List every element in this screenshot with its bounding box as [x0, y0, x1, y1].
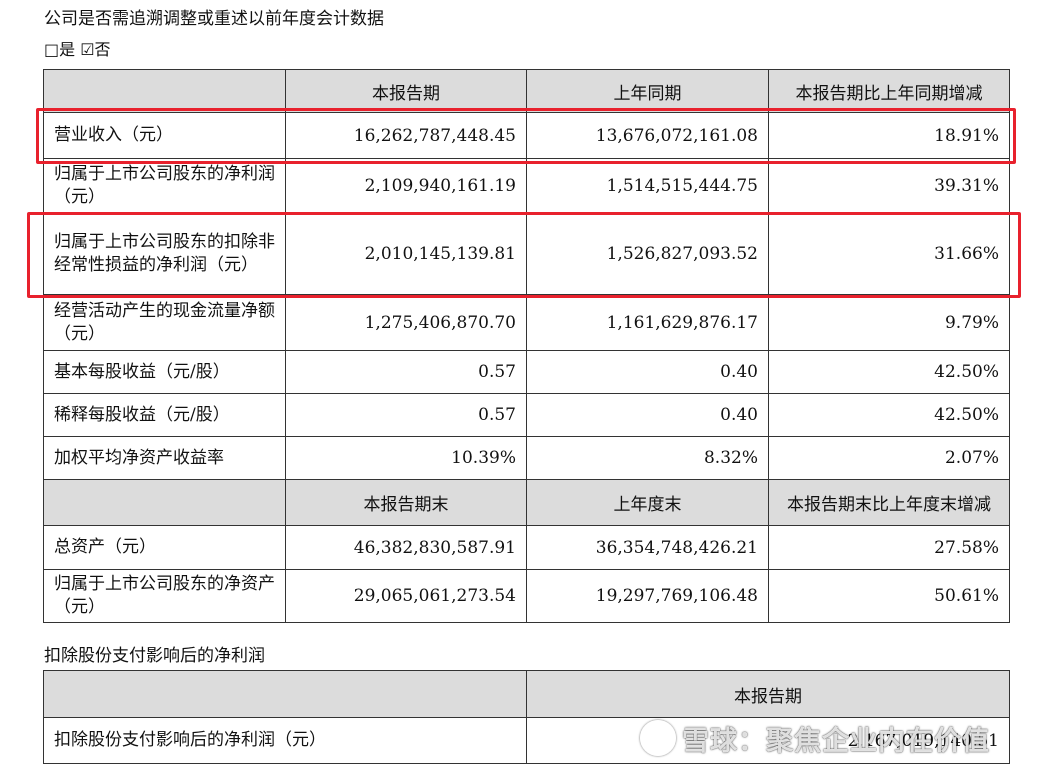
cell-value: 16,262,787,448.45 [285, 112, 527, 159]
header-cell [43, 670, 527, 718]
header-cell-period-end: 本报告期末 [285, 479, 527, 526]
table-row: 归属于上市公司股东的净利润（元） 2,109,940,161.19 1,514,… [43, 158, 1010, 213]
row-label: 归属于上市公司股东的扣除非经常性损益的净利润（元） [43, 212, 286, 295]
cell-value: 2,109,940,161.19 [285, 158, 527, 213]
header-cell-current-period: 本报告期 [526, 670, 1010, 718]
cell-value: 19,297,769,106.48 [526, 569, 769, 623]
table-row: 归属于上市公司股东的净资产（元） 29,065,061,273.54 19,29… [43, 569, 1010, 623]
row-label: 基本每股收益（元/股） [43, 350, 286, 394]
cell-value: 0.40 [526, 350, 769, 394]
cell-value: 1,514,515,444.75 [526, 158, 769, 213]
table-row: 总资产（元） 46,382,830,587.91 36,354,748,426.… [43, 525, 1010, 570]
row-label: 加权平均净资产收益率 [43, 436, 286, 480]
table-header-row: 本报告期 上年同期 本报告期比上年同期增减 [43, 69, 1010, 113]
header-cell-change: 本报告期末比上年度末增减 [768, 479, 1010, 526]
cell-value: 1,275,406,870.70 [285, 294, 527, 351]
row-label: 扣除股份支付影响后的净利润（元） [43, 717, 527, 764]
cell-value: 18.91% [768, 112, 1010, 159]
cell-value: 29,065,061,273.54 [285, 569, 527, 623]
row-label: 归属于上市公司股东的净利润（元） [43, 158, 286, 213]
row-label: 稀释每股收益（元/股） [43, 393, 286, 437]
row-label: 总资产（元） [43, 525, 286, 570]
watermark-text: 雪球：聚焦企业内在价值 [682, 726, 990, 757]
table-row: 加权平均净资产收益率 10.39% 8.32% 2.07% [43, 436, 1010, 480]
financial-data-table: 本报告期 上年同期 本报告期比上年同期增减 营业收入（元） 16,262,787… [43, 69, 1010, 623]
cell-value: 0.57 [285, 350, 527, 394]
cell-value: 46,382,830,587.91 [285, 525, 527, 570]
snowball-logo-icon [640, 720, 676, 756]
cell-value: 9.79% [768, 294, 1010, 351]
cell-value: 27.58% [768, 525, 1010, 570]
table-row: 稀释每股收益（元/股） 0.57 0.40 42.50% [43, 393, 1010, 437]
table-row: 归属于上市公司股东的扣除非经常性损益的净利润（元） 2,010,145,139.… [43, 212, 1010, 295]
header-cell-change: 本报告期比上年同期增减 [768, 69, 1010, 113]
cell-value: 0.40 [526, 393, 769, 437]
cell-value: 1,526,827,093.52 [526, 212, 769, 295]
cell-value: 50.61% [768, 569, 1010, 623]
header-cell-prior-period: 上年同期 [526, 69, 769, 113]
row-label: 营业收入（元） [43, 112, 286, 159]
cell-value: 0.57 [285, 393, 527, 437]
header-cell [43, 479, 286, 526]
cell-value: 8.32% [526, 436, 769, 480]
cell-value: 39.31% [768, 158, 1010, 213]
cell-value: 10.39% [285, 436, 527, 480]
section-title: 扣除股份支付影响后的净利润 [44, 646, 265, 666]
header-cell-current-period: 本报告期 [285, 69, 527, 113]
cell-value: 2.07% [768, 436, 1010, 480]
cell-value: 42.50% [768, 393, 1010, 437]
watermark: 雪球：聚焦企业内在价值 [640, 719, 990, 758]
cell-value: 1,161,629,876.17 [526, 294, 769, 351]
table-row: 基本每股收益（元/股） 0.57 0.40 42.50% [43, 350, 1010, 394]
section-heading: 公司是否需追溯调整或重述以前年度会计数据 [44, 9, 384, 29]
header-cell [43, 69, 286, 113]
table-row: 营业收入（元） 16,262,787,448.45 13,676,072,161… [43, 112, 1010, 159]
table-subheader-row: 本报告期末 上年度末 本报告期末比上年度末增减 [43, 479, 1010, 526]
row-label: 归属于上市公司股东的净资产（元） [43, 569, 286, 623]
restatement-checkbox-line: □是 ☑否 [44, 40, 111, 59]
cell-value: 13,676,072,161.08 [526, 112, 769, 159]
cell-value: 42.50% [768, 350, 1010, 394]
cell-value: 36,354,748,426.21 [526, 525, 769, 570]
cell-value: 2,010,145,139.81 [285, 212, 527, 295]
header-cell-prior-year-end: 上年度末 [526, 479, 769, 526]
cell-value: 31.66% [768, 212, 1010, 295]
table-header-row: 本报告期 [43, 670, 1010, 718]
row-label: 经营活动产生的现金流量净额（元） [43, 294, 286, 351]
table-row: 经营活动产生的现金流量净额（元） 1,275,406,870.70 1,161,… [43, 294, 1010, 351]
